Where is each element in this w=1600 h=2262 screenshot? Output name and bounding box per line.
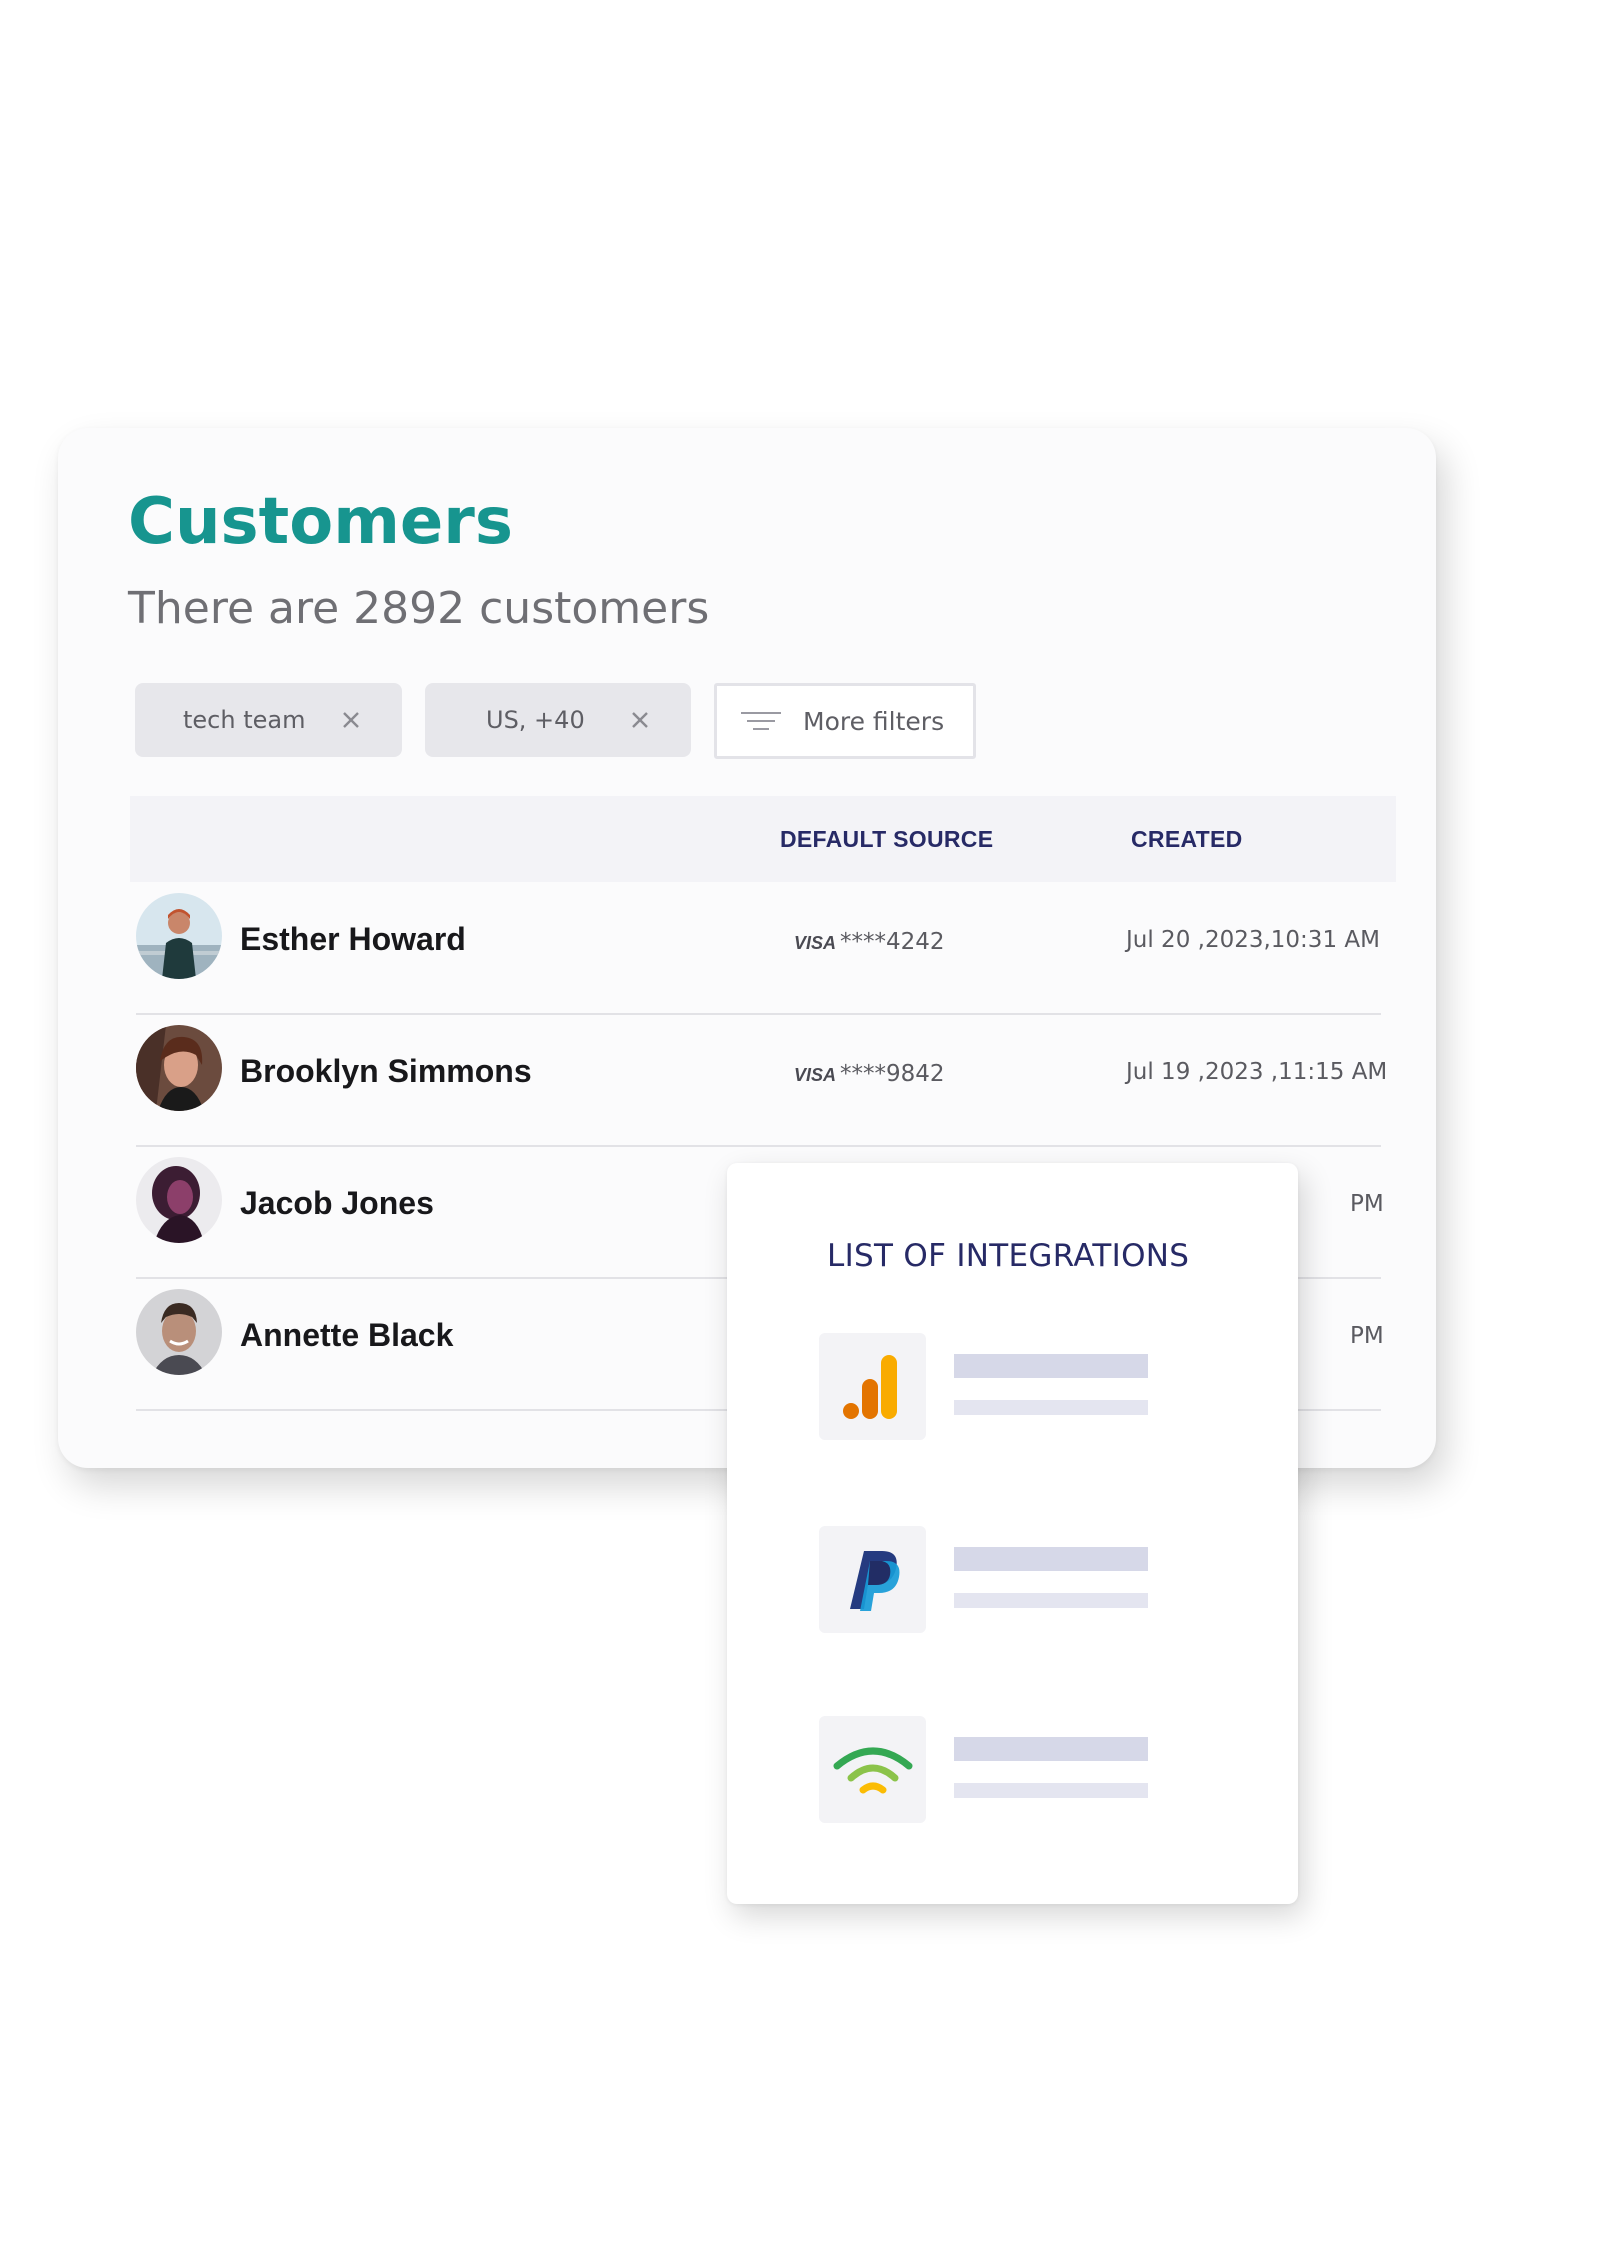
paypal-icon [819,1526,926,1633]
placeholder-line [954,1400,1148,1415]
created-date: PM [1350,1323,1384,1349]
avatar [136,893,222,979]
integration-wifi[interactable] [819,1716,1249,1826]
google-analytics-icon [819,1333,926,1440]
placeholder-line [954,1354,1148,1378]
close-icon[interactable] [625,705,655,735]
integration-paypal[interactable] [819,1526,1249,1636]
card-number: ****9842 [840,1061,945,1087]
visa-icon: VISA [794,933,837,953]
filter-chip-label: US, +40 [486,706,585,734]
customer-count: There are 2892 customers [128,583,710,634]
column-header-default-source: DEFAULT SOURCE [780,826,994,852]
table-row[interactable]: Brooklyn Simmons VISA ****9842 Jul 19 ,2… [136,1015,1387,1147]
avatar [136,1157,222,1243]
more-filters-button[interactable]: More filters [714,683,976,759]
table-row[interactable]: Esther Howard VISA ****4242 Jul 20 ,2023… [136,883,1381,1015]
more-filters-label: More filters [803,706,945,736]
placeholder-line [954,1547,1148,1571]
page-title: Customers [128,485,513,559]
close-icon[interactable] [336,705,366,735]
avatar [136,1025,222,1111]
created-date: Jul 19 ,2023 ,11:15 AM [1126,1059,1388,1085]
visa-icon: VISA [794,1065,837,1085]
column-header-created: CREATED [1131,826,1243,852]
customer-name: Brooklyn Simmons [240,1053,532,1089]
placeholder-line [954,1593,1148,1608]
customer-name: Jacob Jones [240,1185,434,1221]
created-date: PM [1350,1191,1384,1217]
created-date: Jul 20 ,2023,10:31 AM [1126,927,1380,953]
card-number: ****4242 [840,929,945,955]
table-header: DEFAULT SOURCE CREATED [130,796,1396,882]
filter-chip-label: tech team [183,706,306,734]
filter-lines-icon [741,712,781,730]
placeholder-line [954,1737,1148,1761]
integrations-title: LIST OF INTEGRATIONS [827,1238,1190,1274]
avatar [136,1289,222,1375]
customer-name: Annette Black [240,1317,454,1353]
filter-chip-country[interactable]: US, +40 [425,683,691,757]
placeholder-line [954,1783,1148,1798]
customer-name: Esther Howard [240,921,466,957]
wifi-signal-icon [819,1716,926,1823]
integration-google-analytics[interactable] [819,1333,1249,1443]
filter-chip-tech-team[interactable]: tech team [135,683,402,757]
integrations-card: LIST OF INTEGRATIONS [727,1163,1298,1904]
